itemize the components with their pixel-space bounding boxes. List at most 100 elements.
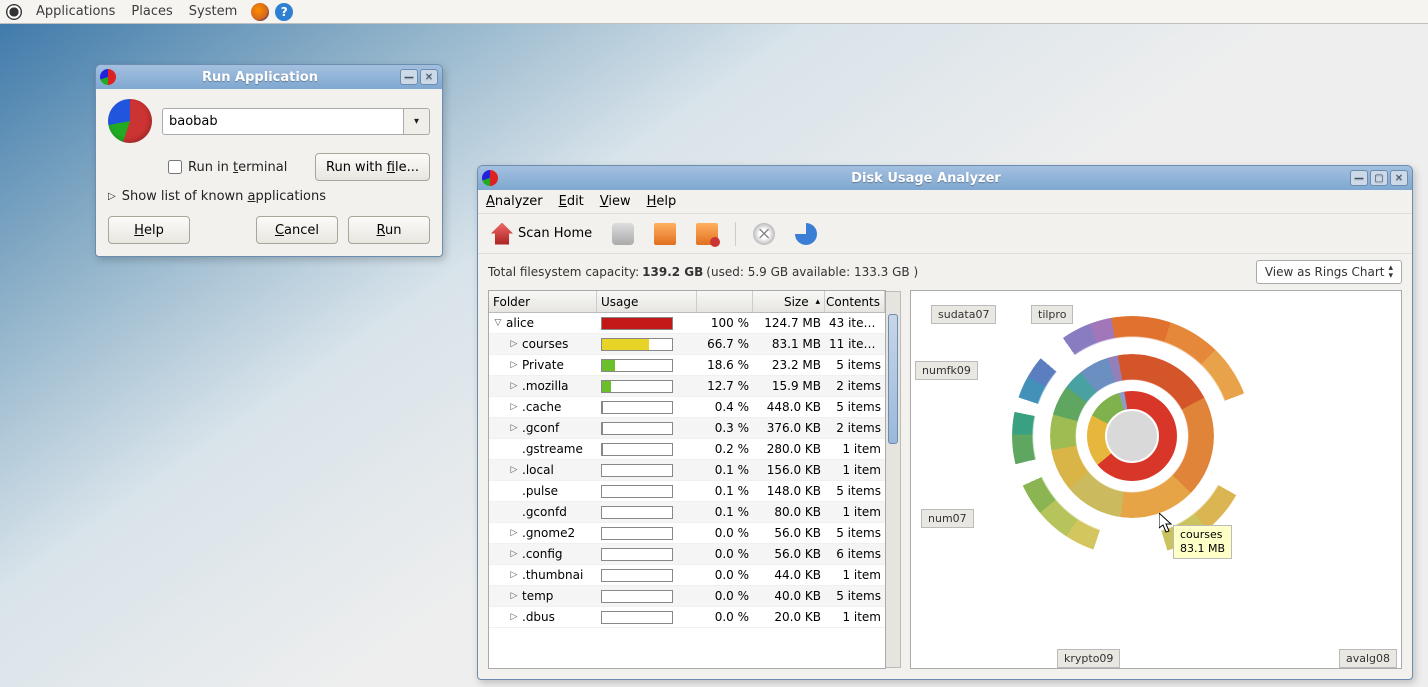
col-usage-pct[interactable] <box>697 291 753 312</box>
expand-icon[interactable]: ▷ <box>509 360 519 370</box>
usage-bar <box>601 401 673 414</box>
usage-bar <box>601 464 673 477</box>
expand-icon[interactable]: ▷ <box>509 528 519 538</box>
expand-icon[interactable]: ▷ <box>509 381 519 391</box>
cancel-button[interactable]: Cancel <box>256 216 338 244</box>
run-button[interactable]: Run <box>348 216 430 244</box>
expand-icon[interactable]: ▷ <box>509 402 519 412</box>
contents-cell: 5 items <box>825 484 885 498</box>
help-button[interactable]: Help <box>108 216 190 244</box>
minimize-button[interactable]: — <box>400 69 418 85</box>
folder-name: .cache <box>522 400 561 414</box>
table-row[interactable]: ▷.thumbnai0.0 %44.0 KB1 item <box>489 565 885 586</box>
table-row[interactable]: .gstreame0.2 %280.0 KB1 item <box>489 439 885 460</box>
remote-folder-icon <box>696 223 718 245</box>
table-row[interactable]: ▷.gnome20.0 %56.0 KB5 items <box>489 523 885 544</box>
capacity-total: 139.2 GB <box>642 265 703 279</box>
firefox-icon[interactable] <box>251 3 269 21</box>
rings-chart[interactable]: sudata07 tilpro numfk09 num07 krypto09 avalg0… <box>910 290 1402 669</box>
scan-home-label: Scan Home <box>518 226 592 241</box>
scan-remote-folder-button[interactable] <box>689 219 725 249</box>
usage-bar <box>601 611 673 624</box>
run-application-titlebar[interactable]: Run Application — ✕ <box>96 65 442 89</box>
menu-edit[interactable]: Edit <box>559 194 584 209</box>
menu-applications[interactable]: Applications <box>28 4 123 19</box>
menu-places[interactable]: Places <box>123 4 180 19</box>
table-row[interactable]: ▷.gconf0.3 %376.0 KB2 items <box>489 418 885 439</box>
table-row[interactable]: ▷.cache0.4 %448.0 KB5 items <box>489 397 885 418</box>
folder-name: .mozilla <box>522 379 569 393</box>
ubuntu-logo-icon[interactable] <box>6 4 22 20</box>
sunburst-center[interactable] <box>1105 409 1159 463</box>
scan-home-button[interactable]: Scan Home <box>484 219 599 249</box>
command-dropdown-button[interactable]: ▾ <box>404 108 430 135</box>
table-row[interactable]: ▷.config0.0 %56.0 KB6 items <box>489 544 885 565</box>
refresh-button[interactable] <box>788 219 824 249</box>
tree-scrollbar[interactable] <box>886 291 901 668</box>
expand-icon[interactable]: ▷ <box>509 423 519 433</box>
usage-pct: 0.2 % <box>697 442 753 456</box>
menu-system[interactable]: System <box>181 4 245 19</box>
stop-button[interactable] <box>746 219 782 249</box>
close-button[interactable]: ✕ <box>1390 170 1408 186</box>
col-usage[interactable]: Usage <box>597 291 697 312</box>
help-icon[interactable]: ? <box>275 3 293 21</box>
ring-label[interactable]: krypto09 <box>1057 649 1120 668</box>
col-size[interactable]: Size ▴ <box>753 291 825 312</box>
expand-icon[interactable]: ▷ <box>509 549 519 559</box>
folder-name: .dbus <box>522 610 555 624</box>
menu-view[interactable]: View <box>600 194 631 209</box>
table-row[interactable]: .gconfd0.1 %80.0 KB1 item <box>489 502 885 523</box>
expand-icon[interactable]: ▷ <box>509 339 519 349</box>
scrollbar-thumb[interactable] <box>888 314 898 444</box>
expand-icon[interactable]: ▷ <box>509 570 519 580</box>
table-row[interactable]: ▷courses66.7 %83.1 MB11 items <box>489 334 885 355</box>
col-contents[interactable]: Contents <box>825 291 885 312</box>
run-in-terminal-checkbox[interactable] <box>168 160 182 174</box>
menu-analyzer[interactable]: Analyzer <box>486 194 543 209</box>
usage-pct: 0.0 % <box>697 610 753 624</box>
maximize-button[interactable]: ▢ <box>1370 170 1388 186</box>
tooltip-size: 83.1 MB <box>1180 542 1225 555</box>
minimize-button[interactable]: — <box>1350 170 1368 186</box>
usage-pct: 0.1 % <box>697 463 753 477</box>
usage-pct: 0.0 % <box>697 589 753 603</box>
expand-icon[interactable]: ▷ <box>509 591 519 601</box>
ring-label[interactable]: avalg08 <box>1339 649 1397 668</box>
table-row[interactable]: ▷temp0.0 %40.0 KB5 items <box>489 586 885 607</box>
command-input[interactable] <box>162 108 404 135</box>
scan-folder-button[interactable] <box>647 219 683 249</box>
ring-label[interactable]: tilpro <box>1031 305 1073 324</box>
command-combo: ▾ <box>162 108 430 135</box>
menu-help[interactable]: Help <box>647 194 677 209</box>
close-button[interactable]: ✕ <box>420 69 438 85</box>
view-selector[interactable]: View as Rings Chart ▴▾ <box>1256 260 1402 284</box>
folder-name: Private <box>522 358 564 372</box>
table-row[interactable]: ▷.local0.1 %156.0 KB1 item <box>489 460 885 481</box>
table-row[interactable]: ▷.dbus0.0 %20.0 KB1 item <box>489 607 885 628</box>
ring-label[interactable]: numfk09 <box>915 361 978 380</box>
expand-icon[interactable]: ▷ <box>509 465 519 475</box>
usage-pct: 0.0 % <box>697 568 753 582</box>
contents-cell: 11 items <box>825 337 885 351</box>
capacity-detail: (used: 5.9 GB available: 133.3 GB ) <box>706 265 918 279</box>
ring-label[interactable]: sudata07 <box>931 305 996 324</box>
table-row[interactable]: ▷.mozilla12.7 %15.9 MB2 items <box>489 376 885 397</box>
tree-header[interactable]: Folder Usage Size ▴ Contents <box>489 291 885 313</box>
scan-filesystem-button[interactable] <box>605 219 641 249</box>
show-known-apps-expander[interactable]: ▷ Show list of known applications <box>108 189 430 204</box>
expand-icon[interactable]: ▽ <box>493 318 503 328</box>
run-in-terminal-label: Run in terminal <box>188 160 287 175</box>
usage-bar <box>601 338 673 351</box>
col-folder[interactable]: Folder <box>489 291 597 312</box>
ring-label[interactable]: num07 <box>921 509 974 528</box>
run-with-file-button[interactable]: Run with file... <box>315 153 430 181</box>
disk-icon <box>612 223 634 245</box>
table-row[interactable]: .pulse0.1 %148.0 KB5 items <box>489 481 885 502</box>
table-row[interactable]: ▷Private18.6 %23.2 MB5 items <box>489 355 885 376</box>
folder-name: .thumbnai <box>522 568 583 582</box>
tree-body[interactable]: ▽alice100 %124.7 MB43 items▷courses66.7 … <box>489 313 885 668</box>
table-row[interactable]: ▽alice100 %124.7 MB43 items <box>489 313 885 334</box>
expand-icon[interactable]: ▷ <box>509 612 519 622</box>
baobab-titlebar[interactable]: Disk Usage Analyzer — ▢ ✕ <box>478 166 1412 190</box>
